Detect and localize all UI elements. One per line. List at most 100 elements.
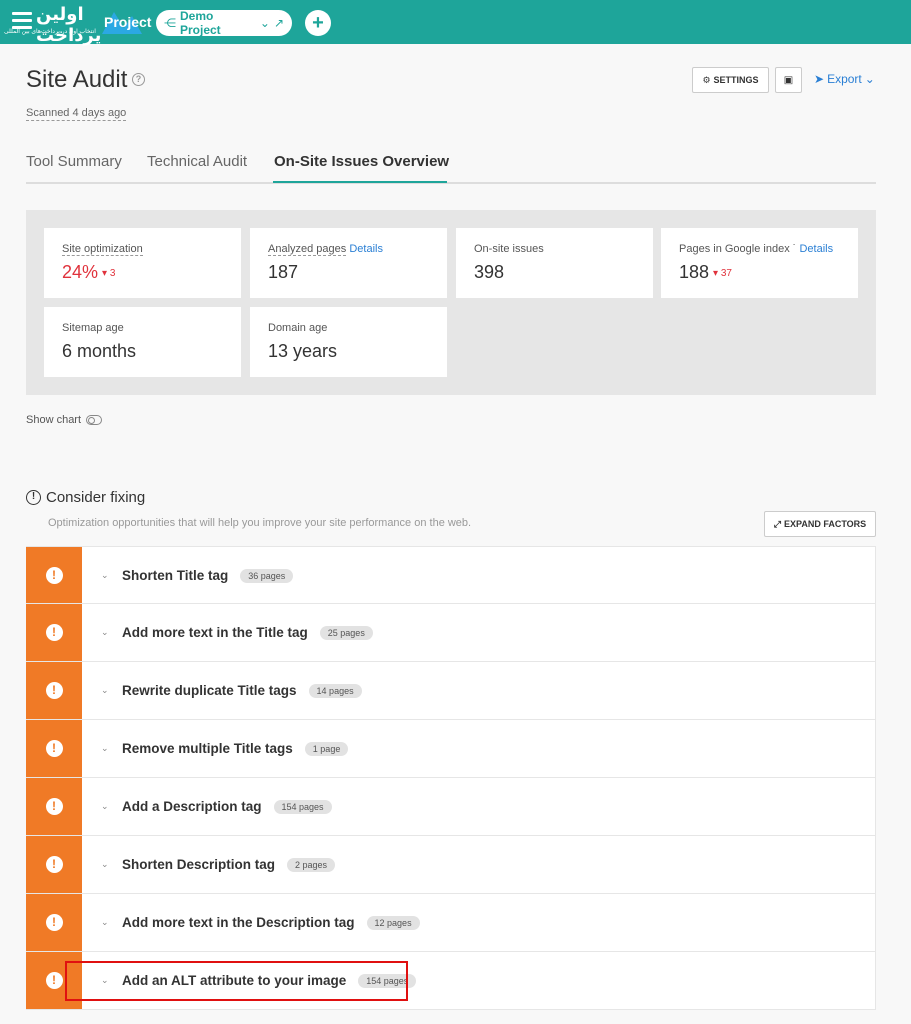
- issue-severity: !: [26, 547, 82, 603]
- chevron-down-icon[interactable]: ⌄: [101, 743, 113, 755]
- scanned-status[interactable]: Scanned 4 days ago: [26, 107, 127, 121]
- settings-label: SETTINGS: [713, 75, 759, 85]
- chevron-down-icon: ⌄: [864, 72, 875, 86]
- tab-tool-summary[interactable]: Tool Summary: [26, 153, 122, 170]
- show-chart-toggle[interactable]: Show chart: [26, 414, 103, 426]
- project-selector[interactable]: ⋲ Demo Project ⌄ ↗: [156, 9, 292, 37]
- stat-sitemap-age: Sitemap age 6 months: [44, 307, 241, 377]
- issue-row[interactable]: ! ⌄ Shorten Description tag 2 pages: [26, 836, 876, 894]
- analyzed-pages-label: Analyzed pages: [268, 243, 347, 256]
- issue-row[interactable]: ! ⌄ Add a Description tag 154 pages: [26, 778, 876, 836]
- consider-fixing-heading: ! Consider fixing: [26, 489, 145, 506]
- stat-label: Pages in Google index ˙ Details: [679, 243, 834, 255]
- details-link[interactable]: Details: [799, 243, 833, 255]
- consider-fixing-subtitle: Optimization opportunities that will hel…: [48, 517, 472, 529]
- issue-severity: !: [26, 778, 82, 835]
- warning-icon: !: [45, 856, 63, 873]
- issue-title-text: Rewrite duplicate Title tags: [122, 683, 297, 698]
- stat-label: Domain age: [268, 322, 328, 334]
- warning-icon: !: [45, 798, 63, 815]
- calendar-button[interactable]: ▣: [775, 67, 802, 93]
- issue-row[interactable]: ! ⌄ Shorten Title tag 36 pages: [26, 546, 876, 604]
- stat-value: 398: [474, 262, 505, 282]
- issue-title[interactable]: Shorten Description tag 2 pages: [122, 857, 336, 872]
- issue-severity: !: [26, 662, 82, 719]
- issue-title-text: Shorten Title tag: [122, 568, 229, 583]
- logo-subtitle: انتخاب اول در پرداخت‌های بین المللی: [4, 29, 96, 35]
- stat-label: On-site issues: [474, 243, 544, 255]
- calendar-icon: ▣: [783, 74, 794, 86]
- pages-badge: 154 pages: [273, 800, 332, 814]
- top-bar: اولین پرداخت انتخاب اول در پرداخت‌های بی…: [0, 0, 911, 45]
- warning-icon: !: [45, 624, 63, 641]
- tab-bar: Tool Summary Technical Audit On-Site Iss…: [26, 150, 876, 184]
- issue-title[interactable]: Add a Description tag 154 pages: [122, 799, 332, 814]
- page-title: Site Audit: [26, 66, 128, 93]
- delta-down: ▾ 37: [713, 268, 732, 279]
- chevron-down-icon[interactable]: ⌄: [101, 975, 113, 987]
- issue-severity: !: [26, 894, 82, 951]
- chevron-down-icon[interactable]: ⌄: [101, 685, 113, 697]
- issue-title-text: Shorten Description tag: [122, 857, 276, 872]
- logo[interactable]: اولین پرداخت انتخاب اول در پرداخت‌های بی…: [0, 0, 152, 45]
- stat-label: Sitemap age: [62, 322, 124, 334]
- pages-badge: 1 page: [304, 742, 349, 756]
- chevron-down-icon[interactable]: ⌄: [101, 859, 113, 871]
- chevron-down-icon[interactable]: ⌄: [101, 570, 113, 582]
- export-label: Export: [827, 72, 862, 86]
- issue-title-text: Add a Description tag: [122, 799, 262, 814]
- share-icon: ⋲: [164, 16, 176, 30]
- issue-title[interactable]: Add more text in the Description tag 12 p…: [122, 915, 420, 930]
- delta-down: ▾ 3: [102, 268, 116, 279]
- issue-title-text: Add more text in the Title tag: [122, 625, 308, 640]
- issue-row[interactable]: ! ⌄ Remove multiple Title tags 1 page: [26, 720, 876, 778]
- chevron-down-icon[interactable]: ⌄: [101, 917, 113, 929]
- tab-onsite-issues[interactable]: On-Site Issues Overview: [274, 153, 449, 170]
- issue-title[interactable]: Add an ALT attribute to your image 154 pa…: [122, 973, 417, 988]
- expand-factors-button[interactable]: ⤢ EXPAND FACTORS: [764, 511, 876, 537]
- issue-title-text: Add an ALT attribute to your image: [122, 973, 347, 988]
- chevron-down-icon[interactable]: ⌄: [101, 627, 113, 639]
- google-index-delta: 37: [720, 268, 732, 279]
- issue-title[interactable]: Shorten Title tag 36 pages: [122, 568, 294, 583]
- stats-panel: Site optimization 24% ▾ 3 Analyzed pages …: [26, 210, 876, 395]
- google-index-label: Pages in Google index: [679, 243, 790, 255]
- issue-row[interactable]: ! ⌄ Rewrite duplicate Title tags 14 pages: [26, 662, 876, 720]
- exclamation-icon: !: [26, 490, 41, 505]
- pages-badge: 25 pages: [319, 626, 373, 640]
- stat-value: 188 ▾ 37: [679, 262, 732, 283]
- details-link[interactable]: Details: [349, 243, 383, 255]
- warning-icon: !: [45, 972, 63, 989]
- pages-badge: 2 pages: [287, 858, 336, 872]
- settings-button[interactable]: ⚙ SETTINGS: [692, 67, 769, 93]
- issue-title[interactable]: Remove multiple Title tags 1 page: [122, 741, 349, 756]
- warning-icon: !: [45, 682, 63, 699]
- export-button[interactable]: ➤ Export ⌄: [814, 72, 875, 86]
- issue-title[interactable]: Rewrite duplicate Title tags 14 pages: [122, 683, 362, 698]
- help-icon[interactable]: ?: [132, 73, 145, 86]
- issue-title-text: Remove multiple Title tags: [122, 741, 293, 756]
- issues-list: ! ⌄ Shorten Title tag 36 pages ! ⌄ Add mo…: [26, 546, 876, 1010]
- toggle-icon[interactable]: [86, 415, 103, 425]
- warning-icon: !: [45, 914, 63, 931]
- issue-title-text: Add more text in the Description tag: [122, 915, 355, 930]
- site-optimization-value: 24%: [62, 262, 99, 282]
- send-icon: ➤: [814, 72, 825, 86]
- chevron-down-icon[interactable]: ⌄: [101, 801, 113, 813]
- warning-icon: !: [45, 566, 63, 584]
- tab-technical-audit[interactable]: Technical Audit: [147, 153, 247, 170]
- stat-analyzed-pages: Analyzed pages Details 187: [250, 228, 447, 298]
- pages-badge: 154 pages: [358, 974, 417, 988]
- pages-badge: 14 pages: [308, 684, 362, 698]
- stat-onsite-issues: On-site issues 398: [456, 228, 653, 298]
- stat-site-optimization: Site optimization 24% ▾ 3: [44, 228, 241, 298]
- external-link-icon[interactable]: ↗: [274, 16, 284, 30]
- issue-row[interactable]: ! ⌄ Add more text in the Description tag…: [26, 894, 876, 952]
- issue-row[interactable]: ! ⌄ Add an ALT attribute to your image 15…: [26, 952, 876, 1010]
- logo-overlay-text: Project: [104, 14, 152, 30]
- chevron-down-icon: ⌄: [259, 16, 270, 30]
- issue-title[interactable]: Add more text in the Title tag 25 pages: [122, 625, 373, 640]
- add-project-button[interactable]: +: [305, 10, 331, 36]
- issue-row[interactable]: ! ⌄ Add more text in the Title tag 25 pag…: [26, 604, 876, 662]
- pages-badge: 12 pages: [366, 916, 420, 930]
